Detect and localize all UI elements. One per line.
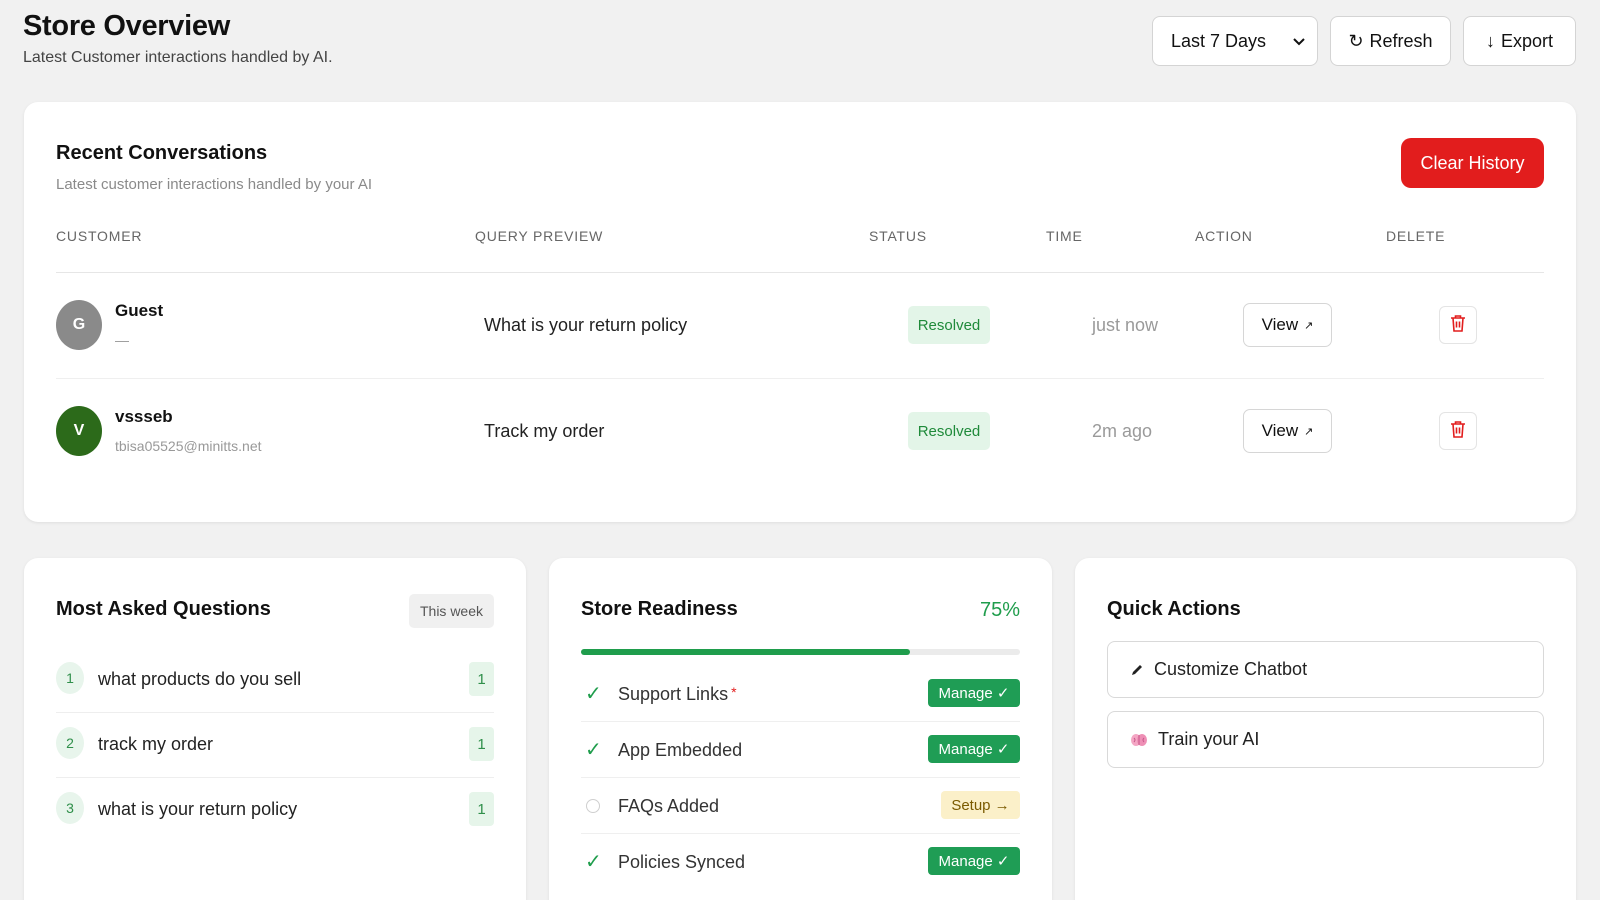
delete-button[interactable] — [1439, 412, 1477, 450]
conversation-time: just now — [1092, 315, 1159, 335]
quick-action-label: Customize Chatbot — [1154, 659, 1308, 679]
readiness-item-label: Policies Synced — [618, 852, 746, 872]
customer-email: tbisa05525@minitts.net — [115, 438, 262, 454]
list-item[interactable]: 3 what is your return policy 1 — [56, 778, 494, 843]
external-arrow-icon: ↗ — [1304, 319, 1314, 332]
query-preview: Track my order — [484, 421, 605, 441]
readiness-title: Store Readiness — [581, 598, 738, 620]
conversations-title: Recent Conversations — [56, 142, 268, 164]
list-item[interactable]: 2 track my order 1 — [56, 713, 494, 778]
period-badge: This week — [409, 594, 494, 628]
rank-badge: 3 — [56, 792, 84, 824]
train-ai-button[interactable]: Train your AI — [1107, 711, 1544, 768]
customer-email: — — [115, 332, 129, 348]
export-button[interactable]: ↓ Export — [1463, 16, 1576, 66]
required-marker: * — [731, 684, 737, 700]
column-header-query: QUERY PREVIEW — [475, 228, 604, 244]
column-header-delete: DELETE — [1386, 228, 1446, 244]
quick-actions-card: Quick Actions Customize Chatbot Train yo… — [1075, 558, 1576, 900]
empty-circle-icon — [586, 799, 600, 813]
list-item[interactable]: 1 what products do you sell 1 — [56, 648, 494, 713]
quick-action-label: Train your AI — [1158, 729, 1260, 749]
chevron-down-icon — [1293, 34, 1305, 49]
question-text: track my order — [98, 734, 214, 754]
readiness-item-policies-synced: ✓ Policies Synced Manage ✓ — [581, 834, 1020, 890]
view-button[interactable]: View ↗ — [1243, 409, 1332, 453]
page-title: Store Overview — [23, 10, 230, 42]
rank-badge: 2 — [56, 727, 84, 759]
status-badge: Resolved — [908, 306, 990, 344]
readiness-item-label: App Embedded — [618, 740, 743, 760]
pencil-icon — [1130, 663, 1144, 677]
view-label: View — [1261, 315, 1299, 334]
external-arrow-icon: ↗ — [1304, 425, 1314, 438]
column-header-action: ACTION — [1195, 228, 1253, 244]
view-label: View — [1261, 421, 1299, 440]
most-asked-questions-card: Most Asked Questions This week 1 what pr… — [24, 558, 526, 900]
customize-chatbot-button[interactable]: Customize Chatbot — [1107, 641, 1544, 698]
readiness-item-support-links: ✓ Support Links * Manage ✓ — [581, 666, 1020, 722]
readiness-item-label: FAQs Added — [618, 796, 720, 816]
query-preview: What is your return policy — [484, 315, 688, 335]
page-subtitle: Latest Customer interactions handled by … — [23, 49, 333, 66]
export-label: Export — [1500, 30, 1554, 51]
refresh-label: Refresh — [1369, 30, 1433, 51]
readiness-percent: 75% — [979, 599, 1020, 621]
count-badge: 1 — [469, 727, 494, 761]
clear-history-button[interactable]: Clear History — [1401, 138, 1544, 188]
readiness-progress-fill — [581, 649, 911, 655]
check-icon: ✓ — [585, 739, 602, 761]
manage-button[interactable]: Manage ✓ — [928, 735, 1020, 763]
column-header-time: TIME — [1046, 228, 1083, 244]
refresh-button[interactable]: ↻ Refresh — [1330, 16, 1451, 66]
rank-badge: 1 — [56, 662, 84, 694]
quick-actions-title: Quick Actions — [1107, 598, 1241, 620]
column-header-customer: CUSTOMER — [56, 228, 143, 244]
recent-conversations-card: Recent Conversations Latest customer int… — [24, 102, 1576, 522]
count-badge: 1 — [469, 792, 494, 826]
question-text: what is your return policy — [98, 799, 298, 819]
readiness-item-faqs-added: FAQs Added Setup → — [581, 778, 1020, 834]
view-button[interactable]: View ↗ — [1243, 303, 1332, 347]
conversation-time: 2m ago — [1092, 421, 1153, 441]
page-header: Store Overview Latest Customer interacti… — [23, 10, 333, 67]
refresh-icon: ↻ — [1348, 30, 1364, 51]
count-badge: 1 — [469, 662, 494, 696]
setup-button[interactable]: Setup → — [941, 791, 1020, 819]
question-text: what products do you sell — [98, 669, 302, 689]
column-header-status: STATUS — [869, 228, 927, 244]
header-actions: Last 7 Days ↻ Refresh ↓ Export — [1152, 16, 1576, 66]
trash-icon — [1450, 314, 1466, 337]
conversations-subtitle: Latest customer interactions handled by … — [56, 176, 373, 193]
table-row: V vssseb tbisa05525@minitts.net Track my… — [56, 379, 1544, 485]
avatar: G — [56, 300, 102, 350]
check-icon: ✓ — [585, 851, 602, 873]
date-range-select[interactable]: Last 7 Days — [1152, 16, 1318, 66]
faq-title: Most Asked Questions — [56, 598, 271, 620]
download-arrow-icon: ↓ — [1485, 30, 1495, 51]
avatar: V — [56, 406, 102, 456]
brain-icon — [1130, 732, 1148, 748]
status-badge: Resolved — [908, 412, 990, 450]
table-row: G Guest — What is your return policy Res… — [56, 273, 1544, 379]
manage-button[interactable]: Manage ✓ — [928, 847, 1020, 875]
customer-name: Guest — [115, 301, 164, 320]
trash-icon — [1450, 420, 1466, 443]
manage-button[interactable]: Manage ✓ — [928, 679, 1020, 707]
delete-button[interactable] — [1439, 306, 1477, 344]
date-range-value: Last 7 Days — [1171, 30, 1267, 51]
check-icon: ✓ — [585, 683, 602, 705]
readiness-item-label: Support Links * — [618, 684, 737, 704]
readiness-progress-bar — [581, 649, 1020, 655]
store-readiness-card: Store Readiness 75% ✓ Support Links * Man… — [549, 558, 1052, 900]
customer-name: vssseb — [115, 407, 173, 426]
readiness-item-app-embedded: ✓ App Embedded Manage ✓ — [581, 722, 1020, 778]
